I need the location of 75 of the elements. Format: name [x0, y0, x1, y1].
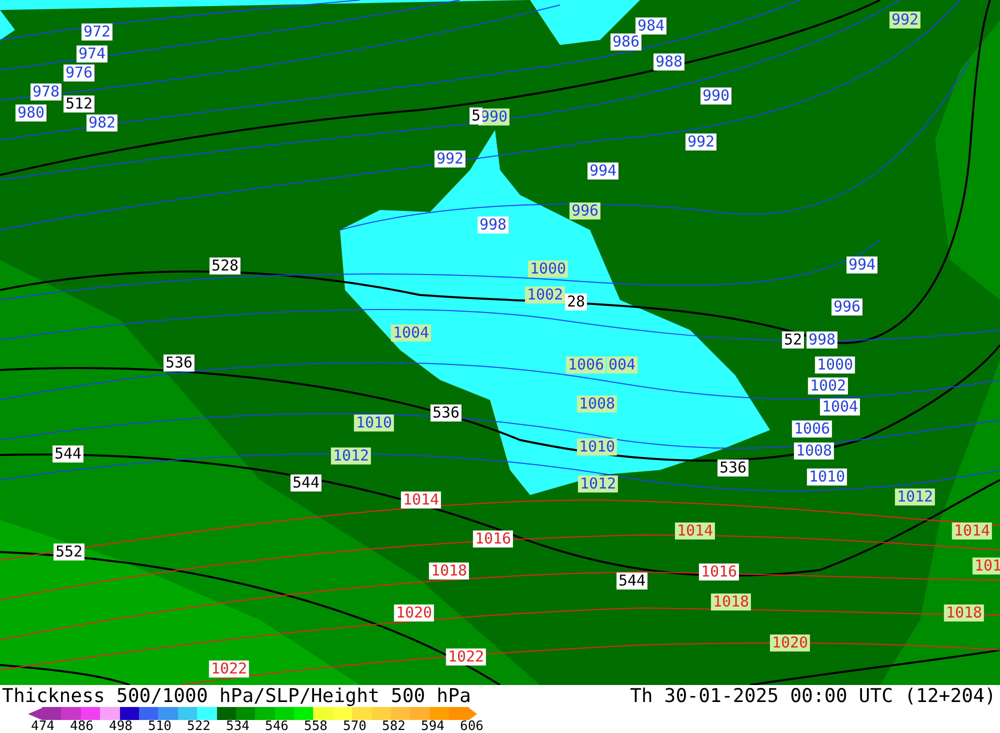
thickness-label: 512 [63, 96, 95, 112]
pressure-label: 004 [606, 356, 638, 374]
scale-tick-label: 546 [265, 720, 290, 733]
pressure-label: 992 [889, 12, 921, 28]
thickness-label: 52 [782, 332, 804, 348]
pressure-label: 1010 [354, 414, 394, 432]
chart-title: Thickness 500/1000 hPa/SLP/Height 500 hPa [2, 685, 471, 707]
pressure-label: 1008 [576, 396, 618, 412]
pressure-label: 1004 [390, 324, 432, 342]
pressure-label: 1018 [944, 604, 984, 622]
pressure-label: 990 [700, 88, 732, 104]
pressure-label: 1004 [820, 398, 860, 416]
pressure-label: 990 [478, 108, 510, 126]
scale-tick-label: 534 [226, 720, 250, 733]
thickness-label: 528 [209, 258, 241, 274]
pressure-label: 1016 [698, 564, 740, 580]
pressure-label: 1014 [952, 522, 992, 540]
pressure-label: 1000 [528, 260, 568, 278]
pressure-label: 1008 [794, 442, 834, 460]
pressure-label: 1016 [472, 530, 514, 548]
pressure-label: 980 [15, 104, 47, 122]
scale-tick-label: 510 [148, 720, 172, 733]
pressure-label: 1018 [428, 562, 470, 580]
scale-tick-label: 522 [187, 720, 212, 733]
pressure-label: 1002 [808, 378, 848, 394]
scale-tick-label: 582 [382, 720, 406, 733]
pressure-label: 986 [610, 34, 642, 50]
pressure-label: 972 [81, 24, 113, 40]
pressure-label: 988 [653, 54, 685, 70]
pressure-label: 1012 [330, 448, 372, 464]
pressure-label: 976 [63, 64, 95, 82]
pressure-label: 1014 [674, 522, 716, 540]
valid-time: Th 30-01-2025 00:00 UTC (12+204) [630, 685, 996, 707]
pressure-label: 996 [831, 298, 863, 316]
pressure-label: 1022 [446, 648, 486, 666]
pressure-label: 1020 [394, 604, 434, 622]
thickness-label: 552 [53, 544, 85, 560]
scale-tick-label: 570 [343, 720, 368, 733]
scale-tick-label: 486 [70, 720, 94, 733]
pressure-label: 1018 [710, 594, 752, 610]
scale-tick-label: 498 [109, 720, 134, 733]
pressure-label: 1012 [578, 476, 618, 492]
pressure-label: 992 [685, 134, 717, 150]
thickness-label: 536 [163, 354, 195, 372]
pressure-label: 974 [76, 46, 108, 62]
pressure-label: 984 [635, 18, 667, 34]
pressure-label: 996 [569, 202, 601, 220]
pressure-label: 1006 [792, 420, 832, 438]
pressure-label: 1022 [208, 660, 250, 678]
pressure-label: 1010 [806, 468, 848, 486]
scale-tick-label: 558 [304, 720, 328, 733]
thickness-label: 28 [564, 294, 588, 310]
pressure-label: 1010 [576, 438, 618, 456]
pressure-label: 998 [477, 216, 509, 234]
pressure-label: 1002 [524, 286, 566, 304]
pressure-label: 978 [30, 84, 62, 100]
thickness-label: 544 [52, 446, 84, 462]
pressure-label: 994 [587, 162, 619, 180]
thickness-label: 544 [290, 474, 322, 492]
thickness-label: 544 [616, 572, 648, 590]
pressure-label: 1012 [894, 488, 936, 506]
thickness-label: 5 [469, 108, 483, 124]
pressure-label: 1000 [814, 356, 856, 374]
pressure-label: 982 [86, 114, 118, 132]
scale-tick-label: 606 [460, 720, 484, 733]
pressure-label: 1014 [400, 492, 442, 508]
pressure-label: 994 [846, 256, 878, 274]
pressure-label: 992 [434, 150, 466, 168]
scale-tick-label: 474 [31, 720, 56, 733]
thickness-label: 536 [430, 404, 462, 422]
thickness-label: 536 [717, 460, 749, 476]
pressure-label: 998 [806, 332, 838, 348]
scale-tick-label: 594 [421, 720, 446, 733]
pressure-label: 1020 [770, 634, 810, 652]
pressure-label: 1006 [566, 356, 606, 374]
